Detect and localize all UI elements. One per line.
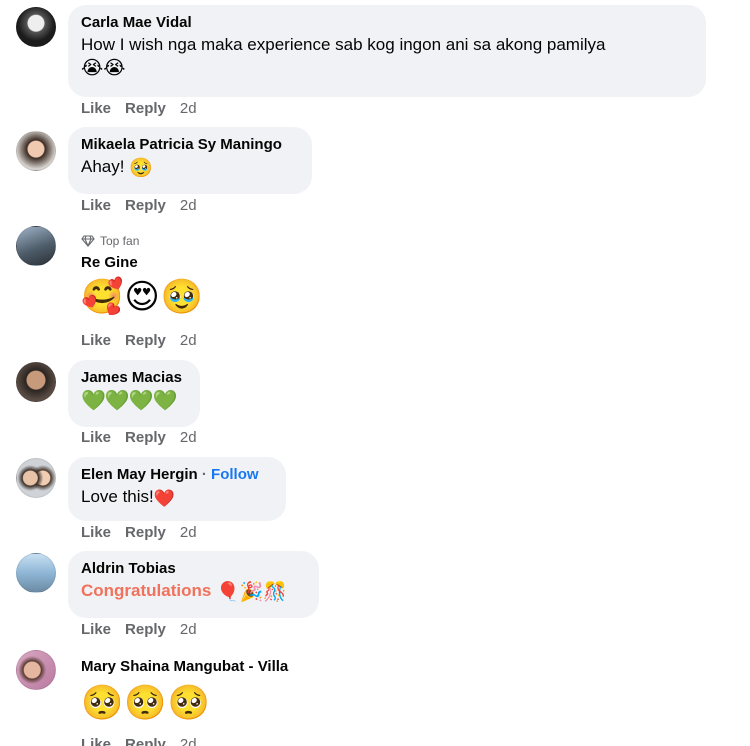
like-button[interactable]: Like bbox=[81, 524, 111, 541]
comment-emoji: ❤️ bbox=[153, 489, 175, 508]
comment-actions: Like Reply 2d bbox=[81, 621, 197, 638]
diamond-icon bbox=[81, 235, 95, 247]
comment-emoji: 😭😭 bbox=[81, 58, 126, 79]
comment-timestamp[interactable]: 2d bbox=[180, 197, 197, 214]
comment-emoji: 🎈🎉🎊 bbox=[216, 582, 288, 603]
comment-body: Congratulations bbox=[81, 581, 212, 600]
commenter-name[interactable]: Carla Mae Vidal bbox=[81, 13, 694, 33]
reply-button[interactable]: Reply bbox=[125, 100, 166, 117]
reply-button[interactable]: Reply bbox=[125, 524, 166, 541]
like-button[interactable]: Like bbox=[81, 332, 111, 349]
comment-actions: Like Reply 2d bbox=[81, 332, 197, 349]
avatar[interactable] bbox=[16, 7, 56, 47]
separator-dot: · bbox=[201, 466, 207, 483]
comment-emoji: 🥺🥺🥺 bbox=[81, 684, 212, 722]
comment-timestamp[interactable]: 2d bbox=[180, 524, 197, 541]
top-fan-badge: Top fan bbox=[81, 233, 204, 249]
commenter-name[interactable]: Re Gine bbox=[81, 253, 204, 273]
avatar[interactable] bbox=[16, 553, 56, 593]
comment-text: Ahay! 🥹 bbox=[81, 155, 300, 181]
comment-timestamp[interactable]: 2d bbox=[180, 736, 197, 746]
like-button[interactable]: Like bbox=[81, 429, 111, 446]
avatar[interactable] bbox=[16, 362, 56, 402]
comment-timestamp[interactable]: 2d bbox=[180, 332, 197, 349]
commenter-name-link[interactable]: Elen May Hergin bbox=[81, 466, 198, 483]
comment-body: How I wish nga maka experience sab kog i… bbox=[81, 35, 606, 54]
badge-label: Top fan bbox=[100, 234, 140, 248]
avatar[interactable] bbox=[16, 650, 56, 690]
comment-text: How I wish nga maka experience sab kog i… bbox=[81, 33, 694, 57]
commenter-name[interactable]: James Macias bbox=[81, 368, 188, 388]
like-button[interactable]: Like bbox=[81, 621, 111, 638]
comment-emoji: 🥹 bbox=[129, 158, 153, 179]
like-button[interactable]: Like bbox=[81, 736, 111, 746]
reply-button[interactable]: Reply bbox=[125, 429, 166, 446]
comment-bubble: Carla Mae Vidal How I wish nga maka expe… bbox=[68, 5, 706, 97]
follow-button[interactable]: Follow bbox=[211, 466, 259, 483]
reply-button[interactable]: Reply bbox=[125, 736, 166, 746]
comment-emoji: 🥰😍🥹 bbox=[81, 278, 205, 316]
comment-timestamp[interactable]: 2d bbox=[180, 429, 197, 446]
commenter-name: Elen May Hergin · Follow bbox=[81, 465, 274, 485]
comment-emoji: 💚💚💚💚 bbox=[81, 390, 178, 412]
comment-actions: Like Reply 2d bbox=[81, 524, 197, 541]
reply-button[interactable]: Reply bbox=[125, 197, 166, 214]
avatar[interactable] bbox=[16, 226, 56, 266]
comment-actions: Like Reply 2d bbox=[81, 100, 197, 117]
comment-body: Love this! bbox=[81, 487, 154, 506]
commenter-name[interactable]: Mikaela Patricia Sy Maningo bbox=[81, 135, 300, 155]
comment-actions: Like Reply 2d bbox=[81, 736, 197, 746]
like-button[interactable]: Like bbox=[81, 100, 111, 117]
comment-content: Mary Shaina Mangubat - Villa 🥺🥺🥺 bbox=[81, 657, 288, 723]
comment-actions: Like Reply 2d bbox=[81, 429, 197, 446]
comment-timestamp[interactable]: 2d bbox=[180, 100, 197, 117]
commenter-name[interactable]: Mary Shaina Mangubat - Villa bbox=[81, 657, 288, 677]
comment-bubble: Aldrin Tobias Congratulations 🎈🎉🎊 bbox=[68, 551, 319, 618]
comment-body: Ahay! bbox=[81, 157, 125, 176]
like-button[interactable]: Like bbox=[81, 197, 111, 214]
reply-button[interactable]: Reply bbox=[125, 332, 166, 349]
commenter-name[interactable]: Aldrin Tobias bbox=[81, 559, 307, 579]
avatar[interactable] bbox=[16, 131, 56, 171]
comment-timestamp[interactable]: 2d bbox=[180, 621, 197, 638]
comment-text: Love this!❤️ bbox=[81, 485, 274, 511]
reply-button[interactable]: Reply bbox=[125, 621, 166, 638]
avatar[interactable] bbox=[16, 458, 56, 498]
comment-bubble: Elen May Hergin · Follow Love this!❤️ bbox=[68, 457, 286, 521]
comment-actions: Like Reply 2d bbox=[81, 197, 197, 214]
comment-bubble: Mikaela Patricia Sy Maningo Ahay! 🥹 bbox=[68, 127, 312, 194]
comment-content: Top fan Re Gine 🥰😍🥹 bbox=[81, 233, 204, 317]
comment-text: Congratulations 🎈🎉🎊 bbox=[81, 579, 307, 605]
comment-bubble: James Macias 💚💚💚💚 bbox=[68, 360, 200, 427]
